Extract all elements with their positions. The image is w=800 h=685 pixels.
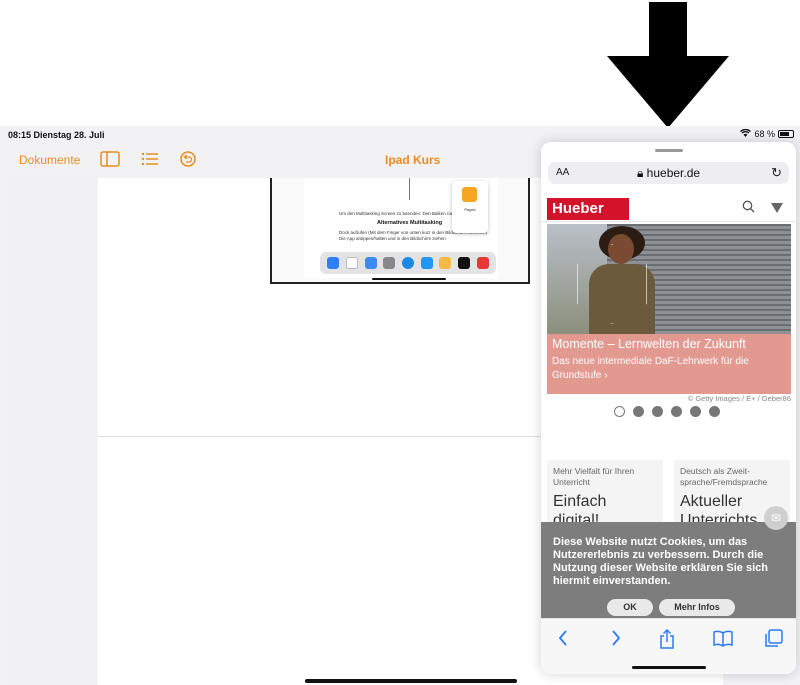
carousel-dot[interactable] [652, 406, 663, 417]
url-text: hueber.de [646, 166, 701, 180]
documents-button[interactable]: Dokumente [19, 153, 80, 167]
hero-image[interactable] [547, 224, 791, 334]
envelope-icon[interactable]: ✉ [764, 506, 788, 530]
dock-app-icon [345, 257, 358, 269]
search-icon[interactable] [742, 200, 755, 216]
list-icon[interactable] [140, 151, 160, 167]
card-kicker: Mehr Vielfalt für Ihren Unterricht [553, 466, 635, 487]
safari-toolbar [541, 618, 796, 674]
slide-over-grabber[interactable] [655, 149, 683, 152]
carousel-dots [614, 406, 720, 417]
files-app-icon [420, 257, 433, 269]
ipad-screen: 08:15 Dienstag 28. Juli 68 % Dokumente I… [0, 126, 800, 685]
embedded-home-indicator [372, 278, 446, 280]
menu-triangle-icon[interactable] [771, 203, 783, 213]
down-arrow-annotation [607, 2, 729, 128]
youtube-app-icon [476, 257, 489, 269]
embedded-text-1: Um den Multitasking Screen zu beenden: D… [339, 211, 469, 216]
mail-app-icon [364, 257, 377, 269]
battery-icon [778, 130, 794, 138]
sidebar-icon[interactable] [100, 151, 120, 167]
cookie-banner: Diese Website nutzt Cookies, um das Nutz… [541, 522, 796, 618]
address-bar[interactable]: AA 🔒︎ hueber.de ↻ [548, 162, 789, 184]
hero-subtitle: Das neue intermediale DaF-Lehrwerk für d… [552, 356, 749, 381]
document-title: Ipad Kurs [385, 153, 441, 167]
pages-app-icon [439, 257, 452, 269]
tabs-icon[interactable] [765, 629, 783, 652]
carousel-dot[interactable] [671, 406, 682, 417]
lock-icon: 🔒︎ [636, 166, 644, 180]
music-app-icon [457, 257, 470, 269]
hero-caption[interactable]: Momente – Lernwelten der Zukunft Das neu… [547, 334, 791, 394]
carousel-dot-active[interactable] [614, 406, 625, 417]
settings-app-icon [383, 257, 396, 269]
safari-app-icon [401, 257, 414, 269]
screenshot-root: 08:15 Dienstag 28. Juli 68 % Dokumente I… [0, 0, 800, 685]
undo-icon[interactable] [178, 151, 198, 167]
pages-app-icon [462, 187, 477, 202]
safari-slide-over: AA 🔒︎ hueber.de ↻ Hueber Momente – Lernw… [541, 142, 796, 674]
hueber-logo[interactable]: Hueber [547, 198, 629, 220]
carousel-dot[interactable] [709, 406, 720, 417]
hero-title: Momente – Lernwelten der Zukunft [552, 337, 746, 351]
slide-over-home-indicator[interactable] [632, 666, 706, 669]
pages-app-label: Pages [464, 207, 476, 212]
embedded-text-3: Die App antippen/halten und in den Bilds… [339, 236, 446, 241]
carousel-dot[interactable] [633, 406, 644, 417]
bookmarks-icon[interactable] [713, 629, 733, 652]
back-icon[interactable] [557, 629, 569, 652]
wifi-icon [740, 128, 752, 139]
url-field[interactable]: 🔒︎ hueber.de [548, 166, 789, 181]
status-right: 68 % [740, 128, 794, 139]
embedded-line [409, 178, 410, 200]
status-time: 08:15 Dienstag 28. Juli [8, 130, 105, 140]
dock-app-icon [327, 257, 340, 269]
embedded-dock [320, 252, 496, 274]
embedded-screenshot[interactable]: Um den Multitasking Screen zu beenden: D… [270, 178, 530, 284]
home-indicator[interactable] [305, 679, 517, 683]
pages-app-tile: Pages [452, 181, 488, 233]
cookie-more-info-button[interactable]: Mehr Infos [659, 599, 735, 616]
site-header: Hueber [541, 192, 796, 222]
card-kicker: Deutsch als Zweit-sprache/Fremdsprache [680, 466, 768, 487]
reload-icon[interactable]: ↻ [771, 165, 782, 181]
battery-percent: 68 % [754, 129, 775, 139]
forward-icon[interactable] [610, 629, 622, 652]
carousel-dot[interactable] [690, 406, 701, 417]
cookie-ok-button[interactable]: OK [607, 599, 653, 616]
embedded-heading: Alternatives Multitasking [377, 220, 443, 226]
cookie-text: Diese Website nutzt Cookies, um das Nutz… [553, 536, 768, 587]
image-credit: © Getty Images / E+ / Geber86 [687, 394, 791, 403]
share-icon[interactable] [659, 628, 675, 654]
